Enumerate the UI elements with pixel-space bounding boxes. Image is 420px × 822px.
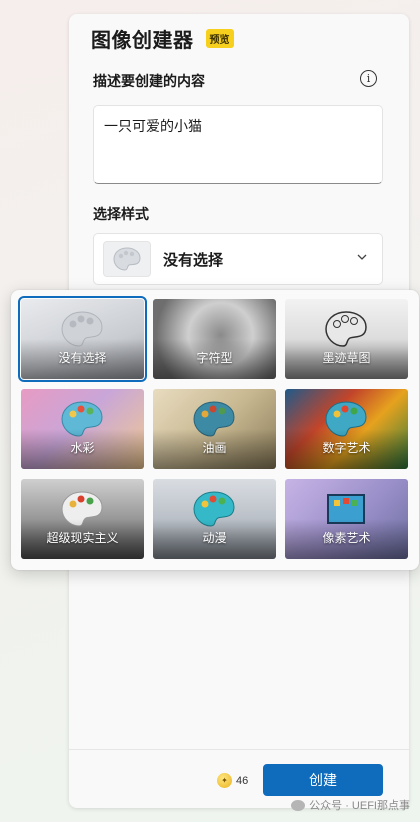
style-thumbnail (103, 241, 151, 277)
style-option[interactable]: 动漫 (153, 479, 276, 559)
style-option-label: 数字艺术 (322, 441, 371, 455)
style-option[interactable]: 墨迹草图 (285, 299, 408, 379)
watermark-text: 公众号 · UEFI那点事 (309, 800, 410, 812)
style-option-label: 墨迹草图 (322, 351, 371, 365)
description-label: 描述要创建的内容 (93, 73, 205, 89)
chevron-down-icon (357, 254, 367, 260)
style-option-label: 字符型 (196, 351, 233, 365)
style-select-value: 没有选择 (163, 251, 224, 269)
style-option[interactable]: 数字艺术 (285, 389, 408, 469)
style-option-label: 水彩 (70, 441, 95, 455)
create-button[interactable]: 创建 (263, 764, 383, 796)
style-dropdown: 没有选择 字符型 墨迹草图 水彩 油画 数字艺术 超级现实主义 动漫 像素艺术 (11, 290, 419, 570)
footer-divider (69, 749, 409, 750)
credits-count: 46 (236, 774, 249, 787)
wechat-icon (291, 799, 306, 811)
credits: ✦ 46 (217, 773, 248, 788)
description-input[interactable]: 一只可爱的小猫 (93, 105, 383, 184)
coin-icon: ✦ (217, 773, 232, 788)
palette-icon (113, 247, 141, 271)
style-label: 选择样式 (93, 206, 149, 222)
style-option[interactable]: 像素艺术 (285, 479, 408, 559)
preview-badge: 预览 (205, 29, 234, 48)
style-option[interactable]: 油画 (153, 389, 276, 469)
style-option[interactable]: 水彩 (21, 389, 144, 469)
style-option[interactable]: 超级现实主义 (21, 479, 144, 559)
style-select[interactable]: 没有选择 (93, 233, 383, 285)
style-option-label: 动漫 (202, 531, 227, 545)
info-icon[interactable]: i (360, 70, 377, 87)
style-option-label: 油画 (202, 441, 227, 455)
style-option-label: 没有选择 (58, 351, 107, 365)
style-option[interactable]: 字符型 (153, 299, 276, 379)
watermark: 公众号 · UEFI那点事 (291, 797, 410, 813)
header: 图像创建器 预览 (91, 24, 234, 53)
style-option-label: 超级现实主义 (46, 531, 119, 545)
style-option[interactable]: 没有选择 (18, 296, 147, 382)
page-title: 图像创建器 (91, 30, 194, 52)
style-option-label: 像素艺术 (322, 531, 371, 545)
